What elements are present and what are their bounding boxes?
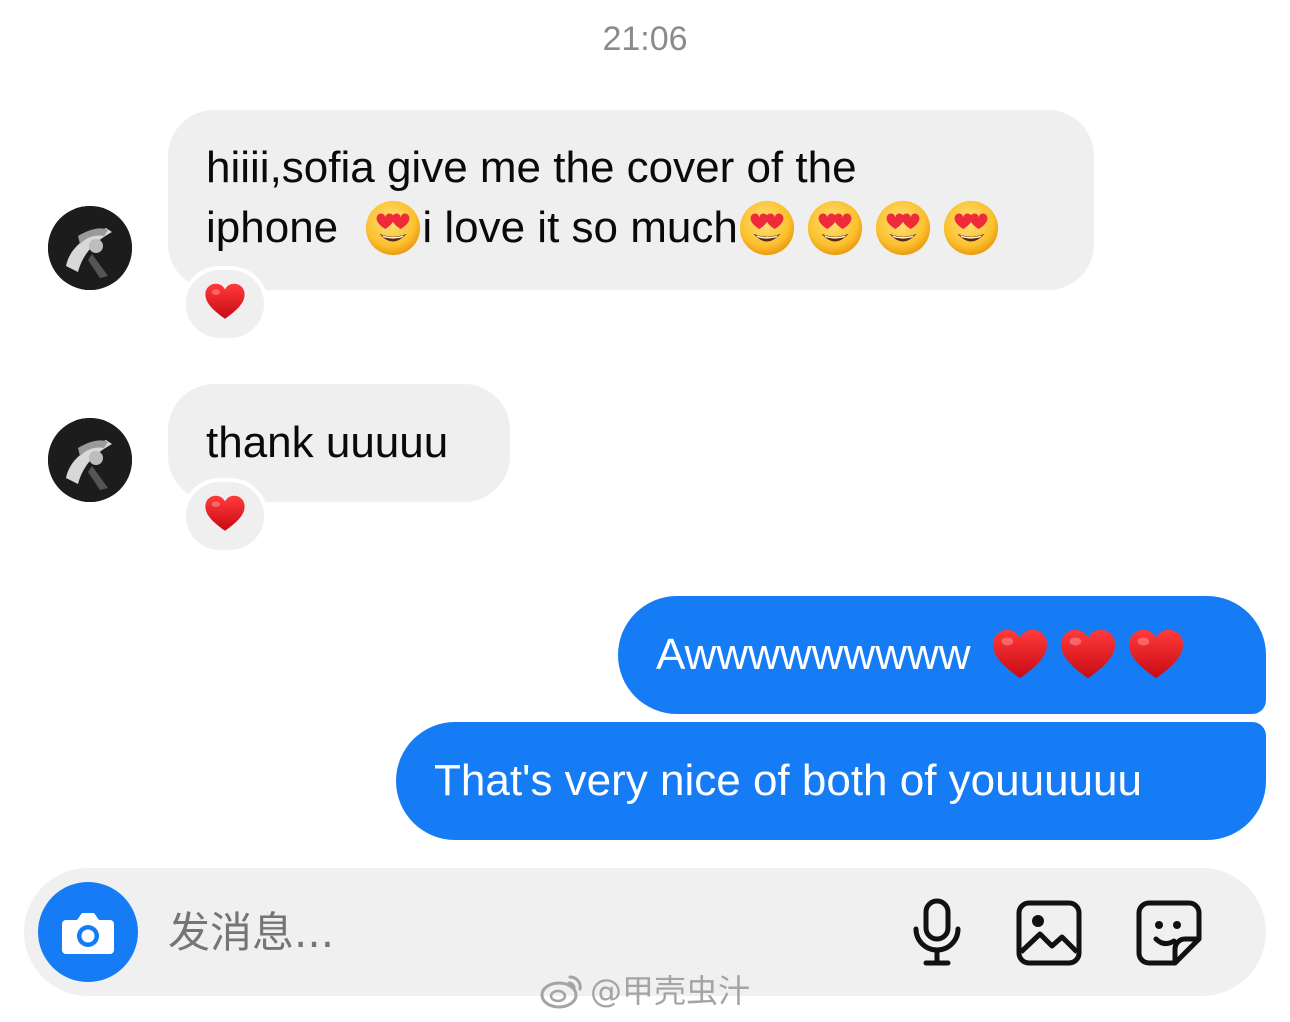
message-text-line: i love it so much — [422, 203, 738, 252]
gallery-button[interactable] — [1014, 898, 1084, 968]
weibo-icon — [540, 975, 582, 1009]
red-heart-icon — [204, 282, 246, 327]
message-text: thank uuuuu — [206, 418, 449, 467]
message-text-line: hiiii,sofia give me the cover of the — [206, 143, 857, 192]
message-text: That's very nice of both of youuuuuu — [434, 756, 1142, 805]
heart-eyes-emoji — [942, 199, 1000, 257]
avatar[interactable] — [48, 418, 132, 502]
red-heart-icon — [204, 494, 246, 539]
camera-icon — [62, 913, 114, 954]
heart-eyes-emoji — [364, 199, 422, 257]
heart-eyes-emoji — [874, 199, 932, 257]
message-text: Awwwwwwwww — [656, 630, 971, 679]
image-icon — [1016, 900, 1082, 966]
avatar[interactable] — [48, 206, 132, 290]
red-heart-emoji — [1127, 627, 1185, 683]
red-heart-emoji — [991, 627, 1049, 683]
camera-button[interactable] — [38, 882, 138, 982]
watermark-text: @甲壳虫汁 — [590, 972, 751, 1010]
heart-eyes-emoji — [806, 199, 864, 257]
microphone-icon — [913, 898, 961, 966]
outgoing-message[interactable]: That's very nice of both of youuuuuu — [396, 722, 1266, 840]
red-heart-emoji — [1059, 627, 1117, 683]
watermark: @甲壳虫汁 — [540, 968, 750, 1014]
reaction-badge[interactable] — [182, 478, 268, 554]
chat-screen: 21:06 hiiii,sofia give me the cover of t… — [0, 0, 1290, 1022]
sticker-button[interactable] — [1134, 898, 1204, 968]
microphone-button[interactable] — [902, 898, 972, 968]
message-timestamp: 21:06 — [602, 20, 688, 58]
incoming-message[interactable]: hiiii,sofia give me the cover of the iph… — [168, 110, 1094, 290]
sticker-icon — [1136, 900, 1202, 966]
message-input[interactable] — [166, 902, 830, 964]
reaction-badge[interactable] — [182, 266, 268, 342]
outgoing-message[interactable]: Awwwwwwwww — [618, 596, 1266, 714]
heart-eyes-emoji — [738, 199, 796, 257]
message-text-line: iphone — [206, 203, 351, 252]
